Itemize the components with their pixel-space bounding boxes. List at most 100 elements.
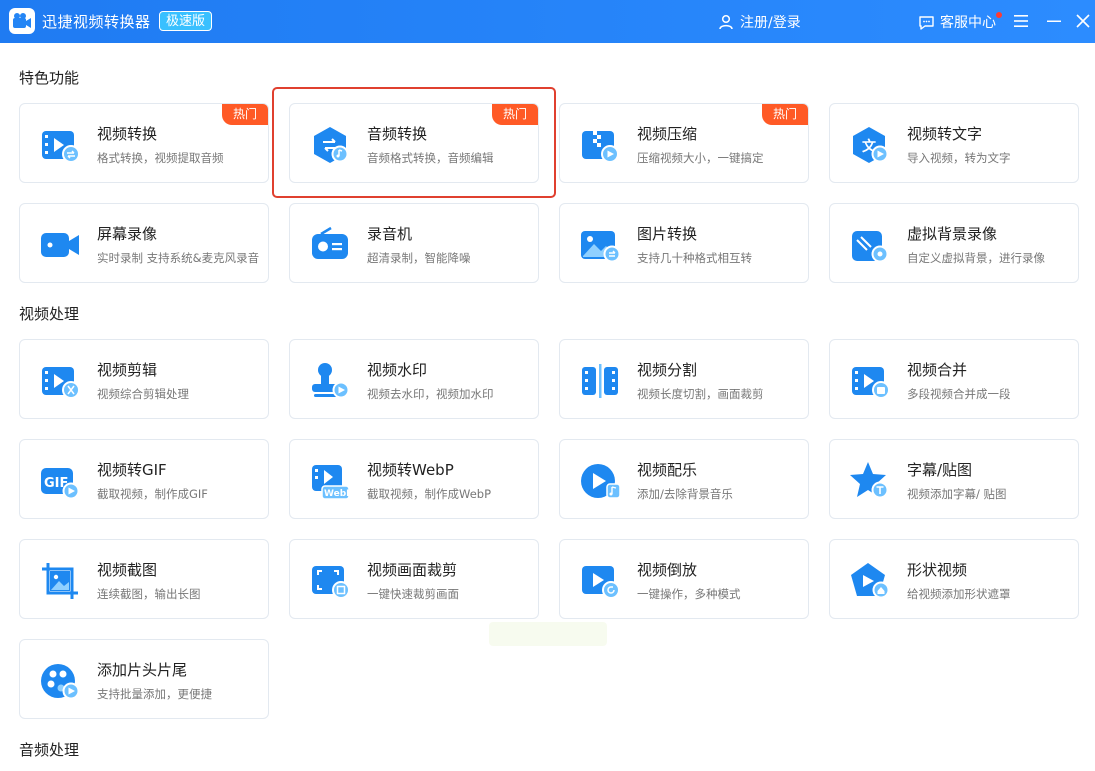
subtitle-icon: [850, 462, 889, 499]
card-title: 视频倒放: [637, 561, 698, 579]
card-image-convert[interactable]: 图片转换 支持几十种格式相互转: [559, 203, 809, 283]
card-video-edit[interactable]: 视频剪辑 视频综合剪辑处理: [19, 339, 269, 419]
user-icon: [719, 14, 733, 30]
webp-text: WebP: [324, 489, 351, 499]
card-title: 视频截图: [97, 561, 158, 579]
card-title: 视频配乐: [637, 461, 698, 479]
card-desc: 多段视频合并成一段: [907, 387, 1011, 401]
edition-badge: 极速版: [159, 11, 213, 31]
chat-icon: [919, 15, 934, 30]
card-title: 视频转文字: [907, 125, 983, 143]
card-title: 屏幕录像: [97, 225, 158, 243]
card-gif[interactable]: GIF 视频转GIF 截取视频，制作成GIF: [19, 439, 269, 519]
card-subtitle[interactable]: 字幕/贴图 视频添加字幕/ 贴图: [829, 439, 1079, 519]
login-button[interactable]: 注册/登录: [718, 12, 801, 32]
card-desc: 添加/去除背景音乐: [637, 487, 733, 501]
card-desc: 截取视频，制作成GIF: [97, 487, 208, 501]
card-title: 视频合并: [907, 361, 968, 379]
service-label: 客服中心: [940, 15, 996, 31]
faded-toast: [489, 622, 607, 646]
card-video-to-text[interactable]: 文 视频转文字 导入视频，转为文字: [829, 103, 1079, 183]
shape-video-icon: [851, 563, 890, 599]
card-title: 虚拟背景录像: [907, 225, 998, 243]
screen-record-icon: [41, 233, 79, 257]
card-desc: 视频去水印，视频加水印: [367, 387, 494, 401]
card-desc: 自定义虚拟背景，进行录像: [907, 251, 1045, 265]
card-title: 视频转GIF: [97, 461, 167, 479]
reverse-icon: [582, 566, 620, 599]
card-title: 字幕/贴图: [907, 461, 973, 479]
card-music[interactable]: 视频配乐 添加/去除背景音乐: [559, 439, 809, 519]
close-icon[interactable]: [1074, 12, 1092, 30]
card-desc: 压缩视频大小，一键搞定: [637, 151, 764, 165]
app-title: 迅捷视频转换器: [42, 13, 151, 31]
card-title: 视频压缩: [637, 125, 698, 143]
app-logo-icon: [9, 8, 35, 34]
login-label: 注册/登录: [740, 15, 801, 31]
gif-icon: GIF: [41, 468, 80, 500]
section-title-video: 视频处理: [19, 305, 80, 323]
minimize-icon[interactable]: [1045, 12, 1063, 30]
card-virtual-bg[interactable]: 虚拟背景录像 自定义虚拟背景，进行录像: [829, 203, 1079, 283]
card-audio-convert[interactable]: 音频转换 音频格式转换，音频编辑 热门: [289, 103, 539, 183]
recorder-icon: [312, 226, 348, 259]
card-desc: 一键快速裁剪画面: [367, 587, 459, 601]
card-desc: 一键操作，多种模式: [637, 587, 741, 601]
card-title: 音频转换: [367, 125, 428, 143]
card-desc: 连续截图，输出长图: [97, 587, 201, 601]
music-icon: [581, 464, 621, 499]
crop-icon: [312, 566, 350, 599]
card-title: 视频分割: [637, 361, 698, 379]
card-webp[interactable]: WebP 视频转WebP 截取视频，制作成WebP: [289, 439, 539, 519]
card-screenshot[interactable]: 视频截图 连续截图，输出长图: [19, 539, 269, 619]
webp-icon: WebP: [312, 465, 351, 500]
section-title-audio: 音频处理: [19, 741, 80, 759]
card-desc: 支持几十种格式相互转: [637, 251, 752, 265]
section-title-special: 特色功能: [19, 69, 80, 87]
watermark-icon: [312, 363, 350, 399]
card-desc: 给视频添加形状遮罩: [907, 587, 1011, 601]
image-convert-icon: [581, 231, 621, 263]
card-title: 图片转换: [637, 225, 698, 243]
card-desc: 视频综合剪辑处理: [97, 387, 189, 401]
card-reverse[interactable]: 视频倒放 一键操作，多种模式: [559, 539, 809, 619]
card-recorder[interactable]: 录音机 超清录制，智能降噪: [289, 203, 539, 283]
video-to-text-icon: 文: [853, 127, 889, 163]
card-video-convert[interactable]: 视频转换 格式转换，视频提取音频 热门: [19, 103, 269, 183]
hot-badge: 热门: [762, 104, 808, 125]
card-shape-video[interactable]: 形状视频 给视频添加形状遮罩: [829, 539, 1079, 619]
screenshot-icon: [42, 563, 78, 599]
video-convert-icon: [42, 131, 80, 163]
video-compress-icon: [582, 131, 619, 163]
card-title: 视频转WebP: [367, 461, 454, 479]
card-title: 视频剪辑: [97, 361, 158, 379]
card-crop[interactable]: 视频画面裁剪 一键快速裁剪画面: [289, 539, 539, 619]
card-title: 形状视频: [907, 561, 968, 579]
card-video-split[interactable]: 视频分割 视频长度切割，画面裁剪: [559, 339, 809, 419]
intro-outro-icon: [41, 664, 80, 700]
card-desc: 视频长度切割，画面裁剪: [637, 387, 764, 401]
card-video-merge[interactable]: 视频合并 多段视频合并成一段: [829, 339, 1079, 419]
video-merge-icon: [852, 367, 890, 399]
card-title: 录音机: [367, 225, 413, 243]
card-title: 视频水印: [367, 361, 428, 379]
card-desc: 超清录制，智能降噪: [367, 251, 471, 265]
menu-icon[interactable]: [1012, 12, 1030, 30]
hot-badge: 热门: [492, 104, 538, 125]
card-desc: 导入视频，转为文字: [907, 151, 1011, 165]
card-video-compress[interactable]: 视频压缩 压缩视频大小，一键搞定 热门: [559, 103, 809, 183]
customer-service-button[interactable]: 客服中心: [918, 12, 996, 32]
hot-badge: 热门: [222, 104, 268, 125]
virtual-bg-icon: [852, 231, 889, 263]
notification-dot: [996, 12, 1002, 18]
card-desc: 格式转换，视频提取音频: [97, 151, 224, 165]
video-edit-icon: [42, 367, 80, 399]
card-screen-record[interactable]: 屏幕录像 实时录制 支持系统&麦克风录音: [19, 203, 269, 283]
video-split-icon: [582, 364, 618, 398]
card-desc: 截取视频，制作成WebP: [367, 487, 492, 501]
card-desc: 视频添加字幕/ 贴图: [907, 487, 1007, 501]
card-intro-outro[interactable]: 添加片头片尾 支持批量添加，更便捷: [19, 639, 269, 719]
card-title: 视频画面裁剪: [367, 561, 458, 579]
card-watermark[interactable]: 视频水印 视频去水印，视频加水印: [289, 339, 539, 419]
card-desc: 音频格式转换，音频编辑: [367, 151, 494, 165]
